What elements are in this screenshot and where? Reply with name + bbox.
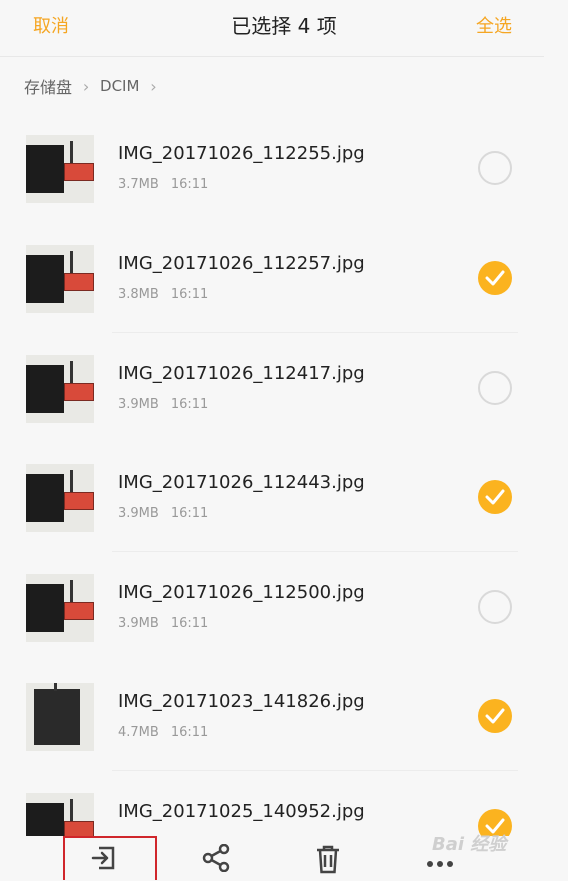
file-size: 3.7MB (118, 177, 159, 192)
header-divider (0, 56, 544, 57)
file-size: 3.9MB (118, 616, 159, 631)
top-bar: 取消 已选择 4 项 全选 (0, 0, 568, 52)
select-checkbox[interactable] (478, 699, 512, 733)
file-time: 16:11 (170, 506, 209, 521)
file-row[interactable]: IMG_20171026_112257.jpg 3.8MB 16:11 (0, 223, 568, 333)
file-row[interactable]: IMG_20171023_141826.jpg 4.7MB 16:11 (0, 661, 568, 771)
watermark-logo: Bai 经验 (432, 834, 507, 855)
file-meta: 3.9MB 16:11 (118, 506, 208, 521)
select-checkbox[interactable] (478, 371, 512, 405)
checkmark-icon (485, 489, 505, 505)
file-size: 3.8MB (118, 287, 159, 302)
delete-icon (317, 845, 339, 874)
file-size: 4.7MB (118, 725, 159, 740)
file-thumbnail (26, 683, 94, 751)
file-name: IMG_20171026_112443.jpg (118, 472, 365, 493)
share-icon (202, 844, 230, 872)
select-all-button[interactable]: 全选 (476, 12, 512, 38)
chevron-right-icon: › (150, 76, 157, 96)
checkmark-icon (485, 270, 505, 286)
file-thumbnail (26, 355, 94, 423)
file-meta: 3.9MB 16:11 (118, 616, 208, 631)
breadcrumb-storage[interactable]: 存储盘 (24, 74, 72, 98)
file-time: 16:11 (170, 177, 209, 192)
file-size: 3.9MB (118, 397, 159, 412)
file-name: IMG_20171025_140952.jpg (118, 801, 365, 822)
file-thumbnail (26, 464, 94, 532)
breadcrumb-dcim[interactable]: DCIM (100, 77, 139, 95)
select-checkbox[interactable] (478, 151, 512, 185)
move-icon (91, 846, 115, 870)
file-thumbnail (26, 245, 94, 313)
file-thumbnail (26, 574, 94, 642)
select-checkbox[interactable] (478, 480, 512, 514)
file-row[interactable]: IMG_20171026_112500.jpg 3.9MB 16:11 (0, 552, 568, 662)
file-time: 16:11 (170, 725, 209, 740)
chevron-right-icon: › (82, 76, 90, 96)
file-row[interactable]: IMG_20171026_112255.jpg 3.7MB 16:11 (0, 113, 568, 223)
file-name: IMG_20171026_112257.jpg (118, 253, 365, 274)
checkmark-icon (485, 708, 505, 724)
file-name: IMG_20171026_112255.jpg (118, 143, 365, 164)
file-name: IMG_20171026_112417.jpg (118, 363, 365, 384)
file-meta: 3.8MB 16:11 (118, 287, 208, 302)
file-meta: 3.9MB 16:11 (118, 397, 208, 412)
file-thumbnail (26, 135, 94, 203)
file-time: 16:11 (170, 397, 209, 412)
file-name: IMG_20171026_112500.jpg (118, 582, 365, 603)
share-button[interactable] (196, 844, 236, 880)
select-checkbox[interactable] (478, 261, 512, 295)
select-checkbox[interactable] (478, 590, 512, 624)
breadcrumb: 存储盘 › DCIM › (24, 74, 167, 98)
file-size: 3.9MB (118, 506, 159, 521)
file-row[interactable]: IMG_20171026_112417.jpg 3.9MB 16:11 (0, 333, 568, 443)
file-meta: 4.7MB 16:11 (118, 725, 208, 740)
file-name: IMG_20171023_141826.jpg (118, 691, 365, 712)
file-meta: 3.7MB 16:11 (118, 177, 208, 192)
file-time: 16:11 (170, 616, 209, 631)
file-time: 16:11 (170, 287, 209, 302)
file-row[interactable]: IMG_20171026_112443.jpg 3.9MB 16:11 (0, 442, 568, 552)
move-button[interactable] (84, 844, 124, 880)
delete-button[interactable] (308, 844, 348, 880)
